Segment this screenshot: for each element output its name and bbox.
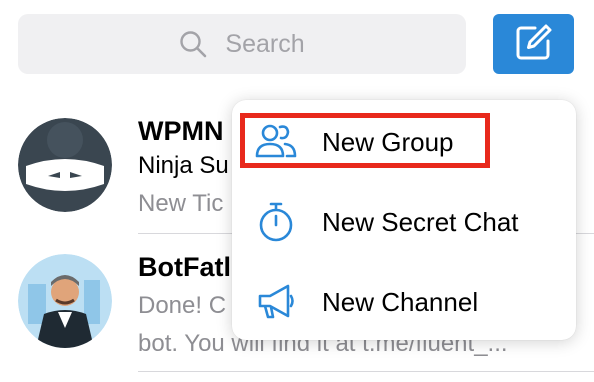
chat-subtitle: Ninja Su: [138, 152, 229, 179]
menu-label: New Group: [322, 126, 454, 157]
menu-item-new-channel[interactable]: New Channel: [232, 262, 576, 342]
menu-item-new-group[interactable]: New Group: [232, 102, 576, 182]
menu-label: New Secret Chat: [322, 206, 519, 237]
chat-name: BotFatl: [138, 252, 231, 282]
row-divider: [138, 371, 594, 372]
timer-icon: [254, 200, 298, 244]
compose-button[interactable]: [493, 14, 574, 74]
compose-menu: New Group New Secret Chat New Channel: [232, 100, 576, 340]
menu-item-new-secret-chat[interactable]: New Secret Chat: [232, 182, 576, 262]
search-placeholder: Search: [225, 29, 305, 58]
search-icon: [179, 30, 207, 58]
chats-screen: Search WPMN Ninja Su New Tic ›: [0, 0, 594, 382]
megaphone-icon: [254, 280, 298, 324]
people-icon: [254, 120, 298, 164]
chat-preview-line1: Done! C: [138, 292, 227, 319]
chat-preview: New Tic: [138, 190, 224, 217]
search-bar[interactable]: Search: [18, 14, 466, 74]
avatar-botfather: [18, 254, 112, 348]
menu-label: New Channel: [322, 286, 479, 317]
chat-name: WPMN: [138, 116, 224, 146]
avatar-ninja: [18, 118, 112, 212]
compose-icon: [515, 23, 553, 66]
